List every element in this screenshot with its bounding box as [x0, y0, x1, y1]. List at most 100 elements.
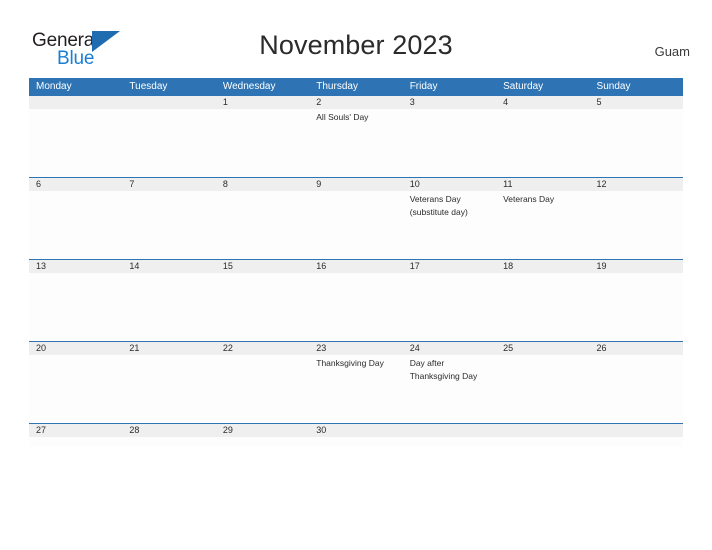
calendar-week-row: 20 21 22 23 24 25 26 Thanksgiving Day Day after T…: [29, 341, 683, 423]
day-cell-27[interactable]: [29, 437, 122, 447]
week-event-strip: [29, 273, 683, 341]
day-cell-14[interactable]: [122, 273, 215, 341]
day-cell-25[interactable]: [496, 355, 589, 423]
day-cell-20[interactable]: [29, 355, 122, 423]
day-cell-empty: [496, 437, 589, 447]
day-cell-empty: [590, 437, 683, 447]
day-cell-8[interactable]: [216, 191, 309, 259]
day-number-22[interactable]: 22: [216, 342, 309, 355]
day-number-18[interactable]: 18: [496, 260, 589, 273]
day-cell-15[interactable]: [216, 273, 309, 341]
week-event-strip: Thanksgiving Day Day after Thanksgiving Da…: [29, 355, 683, 423]
day-cell-7[interactable]: [122, 191, 215, 259]
day-number-15[interactable]: 15: [216, 260, 309, 273]
calendar-week-row: 6 7 8 9 10 11 12 Veterans Day (substitute day) Ve…: [29, 177, 683, 259]
holiday-event-label: Thanksgiving Day: [409, 370, 478, 381]
day-number-19[interactable]: 19: [590, 260, 683, 273]
page-title: November 2023: [259, 30, 453, 60]
day-cell-4[interactable]: [496, 109, 589, 177]
day-cell-empty: [122, 109, 215, 177]
holiday-event-label: All Souls' Day: [316, 112, 369, 122]
day-number-26[interactable]: 26: [590, 342, 683, 355]
week-event-strip: [29, 437, 683, 447]
day-number-empty: [403, 424, 496, 437]
day-number-20[interactable]: 20: [29, 342, 122, 355]
day-number-10[interactable]: 10: [403, 178, 496, 191]
day-cell-29[interactable]: [216, 437, 309, 447]
region-label: Guam: [654, 44, 690, 59]
day-number-25[interactable]: 25: [496, 342, 589, 355]
holiday-event-label: Thanksgiving Day: [316, 358, 384, 368]
day-cell-28[interactable]: [122, 437, 215, 447]
calendar-week-row: 1 2 3 4 5 All Souls' Day: [29, 96, 683, 177]
day-number-16[interactable]: 16: [309, 260, 402, 273]
holiday-event-label: (substitute day): [409, 206, 468, 217]
week-date-strip: 20 21 22 23 24 25 26: [29, 342, 683, 355]
day-cell-5[interactable]: [590, 109, 683, 177]
day-cell-26[interactable]: [590, 355, 683, 423]
calendar-week-row: 27 28 29 30: [29, 423, 683, 447]
day-number-13[interactable]: 13: [29, 260, 122, 273]
week-event-strip: Veterans Day (substitute day) Veterans Day: [29, 191, 683, 259]
day-number-28[interactable]: 28: [122, 424, 215, 437]
day-cell-16[interactable]: [309, 273, 402, 341]
day-number-3[interactable]: 3: [403, 96, 496, 109]
day-cell-3[interactable]: [403, 109, 496, 177]
day-cell-11[interactable]: Veterans Day: [496, 191, 589, 259]
day-number-2[interactable]: 2: [309, 96, 402, 109]
calendar-weeks: 1 2 3 4 5 All Souls' Day 6 7 8 9 10 11 12 Veterans Da…: [29, 96, 683, 447]
day-number-11[interactable]: 11: [496, 178, 589, 191]
day-number-12[interactable]: 12: [590, 178, 683, 191]
weekday-header-thursday: Thursday: [316, 81, 358, 92]
day-cell-18[interactable]: [496, 273, 589, 341]
page-header: General Blue November 2023 Guam: [0, 0, 712, 78]
day-cell-6[interactable]: [29, 191, 122, 259]
day-cell-30[interactable]: [309, 437, 402, 447]
day-cell-13[interactable]: [29, 273, 122, 341]
day-cell-10[interactable]: Veterans Day (substitute day): [403, 191, 496, 259]
holiday-event-label: Day after: [409, 358, 445, 368]
day-number-21[interactable]: 21: [122, 342, 215, 355]
calendar-week-row: 13 14 15 16 17 18 19: [29, 259, 683, 341]
day-number-17[interactable]: 17: [403, 260, 496, 273]
day-cell-empty: [29, 109, 122, 177]
weekday-header-monday: Monday: [36, 81, 72, 92]
day-cell-23[interactable]: Thanksgiving Day: [309, 355, 402, 423]
weekday-header-friday: Friday: [409, 81, 438, 92]
day-cell-9[interactable]: [309, 191, 402, 259]
day-cell-2[interactable]: All Souls' Day: [309, 109, 402, 177]
day-number-6[interactable]: 6: [29, 178, 122, 191]
day-cell-12[interactable]: [590, 191, 683, 259]
day-cell-1[interactable]: [216, 109, 309, 177]
day-number-7[interactable]: 7: [122, 178, 215, 191]
day-number-30[interactable]: 30: [309, 424, 402, 437]
day-number-empty: [496, 424, 589, 437]
day-cell-21[interactable]: [122, 355, 215, 423]
weekday-header-row: Monday Tuesday Wednesday Thursday Friday Satu…: [29, 78, 683, 96]
day-number-27[interactable]: 27: [29, 424, 122, 437]
week-date-strip: 13 14 15 16 17 18 19: [29, 260, 683, 273]
day-number-9[interactable]: 9: [309, 178, 402, 191]
day-cell-19[interactable]: [590, 273, 683, 341]
day-number-29[interactable]: 29: [216, 424, 309, 437]
day-cell-24[interactable]: Day after Thanksgiving Day: [403, 355, 496, 423]
weekday-header-sunday: Sunday: [596, 81, 631, 92]
day-number-empty: [29, 96, 122, 109]
weekday-header-tuesday: Tuesday: [129, 81, 168, 92]
day-number-4[interactable]: 4: [496, 96, 589, 109]
day-number-14[interactable]: 14: [122, 260, 215, 273]
day-number-8[interactable]: 8: [216, 178, 309, 191]
day-cell-empty: [403, 437, 496, 447]
calendar-page: General Blue November 2023 Guam Monday Tu…: [0, 0, 712, 550]
week-date-strip: 12345: [29, 96, 683, 109]
day-cell-22[interactable]: [216, 355, 309, 423]
day-number-5[interactable]: 5: [590, 96, 683, 109]
weekday-header-saturday: Saturday: [503, 81, 544, 92]
holiday-event-label: Veterans Day: [409, 194, 461, 204]
day-number-1[interactable]: 1: [216, 96, 309, 109]
weekday-header-wednesday: Wednesday: [222, 81, 276, 92]
day-number-23[interactable]: 23: [309, 342, 402, 355]
day-number-24[interactable]: 24: [403, 342, 496, 355]
day-number-empty: [122, 96, 215, 109]
day-cell-17[interactable]: [403, 273, 496, 341]
